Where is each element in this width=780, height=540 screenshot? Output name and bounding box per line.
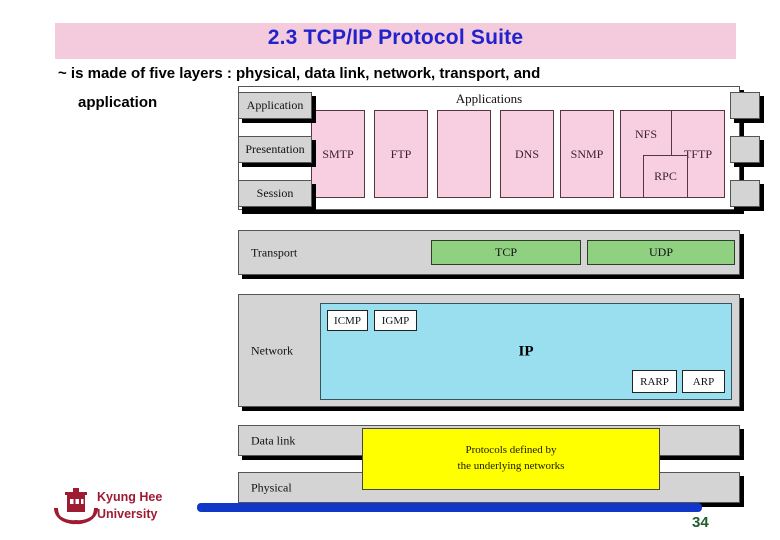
protocol-box-igmp[interactable]: IGMP bbox=[374, 310, 417, 331]
footer-accent-bar bbox=[197, 503, 702, 512]
university-name-line-2: University bbox=[97, 506, 158, 521]
protocol-box-ftp[interactable]: FTP bbox=[374, 110, 428, 198]
protocol-box-tcp[interactable]: TCP bbox=[431, 240, 581, 265]
protocol-box-rarp[interactable]: RARP bbox=[632, 370, 677, 393]
underlying-networks-note: Protocols defined by the underlying netw… bbox=[362, 428, 660, 490]
protocol-label: UDP bbox=[648, 245, 673, 259]
protocol-label: ICMP bbox=[334, 314, 361, 327]
applications-group-label: Applications bbox=[455, 91, 523, 106]
protocol-label: DNS bbox=[514, 146, 539, 161]
layer-label-data-link: Data link bbox=[251, 433, 296, 447]
university-name: Kyung Hee University bbox=[97, 489, 162, 523]
page-number: 34 bbox=[692, 514, 709, 531]
layer-label-transport: Transport bbox=[251, 245, 298, 259]
protocol-label: SMTP bbox=[322, 146, 354, 161]
osi-layer-label: Application bbox=[246, 98, 304, 112]
protocol-label: FTP bbox=[390, 146, 412, 161]
protocol-label: TFTP bbox=[683, 146, 712, 161]
protocol-label-ip: IP bbox=[518, 343, 534, 359]
osi-layer-presentation[interactable]: Presentation bbox=[238, 136, 312, 163]
protocol-label: IGMP bbox=[381, 314, 410, 327]
protocol-label: RPC bbox=[654, 169, 677, 183]
protocol-box-smtp[interactable]: SMTP bbox=[311, 110, 365, 198]
layer-label-network: Network bbox=[251, 343, 293, 357]
note-line-2: the underlying networks bbox=[457, 460, 565, 472]
application-layer-container: Applications SMTP FTP DNS SNMP NFS RPC T… bbox=[238, 86, 740, 210]
bullet-text-line-1: ~ is made of five layers : physical, dat… bbox=[58, 65, 541, 82]
bullet-text-line-2: application bbox=[78, 94, 158, 111]
protocol-label: RARP bbox=[640, 375, 669, 388]
protocol-label: NFS bbox=[634, 127, 657, 141]
layer-row-transport: Transport TCP UDP bbox=[238, 230, 740, 275]
tcp-ip-protocol-stack-diagram: Applications SMTP FTP DNS SNMP NFS RPC T… bbox=[238, 86, 780, 506]
protocol-label: TCP bbox=[494, 245, 517, 259]
osi-layer-application-right-stub bbox=[730, 92, 760, 119]
protocol-box-blank[interactable] bbox=[437, 110, 491, 198]
protocol-box-dns[interactable]: DNS bbox=[500, 110, 554, 198]
protocol-box-arp[interactable]: ARP bbox=[682, 370, 725, 393]
osi-layer-label: Session bbox=[256, 186, 294, 200]
protocol-box-icmp[interactable]: ICMP bbox=[327, 310, 368, 331]
protocol-box-rpc[interactable]: RPC bbox=[643, 155, 688, 198]
layer-row-network: Network IP ICMP IGMP RARP ARP bbox=[238, 294, 740, 407]
crest-emblem-icon bbox=[52, 487, 100, 527]
protocol-label: SNMP bbox=[570, 146, 604, 161]
note-line-1: Protocols defined by bbox=[465, 444, 557, 457]
protocol-box-snmp[interactable]: SNMP bbox=[560, 110, 614, 198]
osi-layer-application[interactable]: Application bbox=[238, 92, 312, 119]
layer-label-physical: Physical bbox=[251, 480, 292, 494]
university-name-line-1: Kyung Hee bbox=[97, 490, 163, 504]
page-title: 2.3 TCP/IP Protocol Suite bbox=[267, 26, 524, 49]
osi-layer-label: Presentation bbox=[245, 142, 305, 156]
protocol-label: ARP bbox=[692, 375, 715, 388]
protocol-box-udp[interactable]: UDP bbox=[587, 240, 735, 265]
osi-layer-presentation-right-stub bbox=[730, 136, 760, 163]
protocol-box-ip[interactable]: IP ICMP IGMP RARP ARP bbox=[320, 303, 732, 400]
osi-layer-session-right-stub bbox=[730, 180, 760, 207]
osi-layer-session[interactable]: Session bbox=[238, 180, 312, 207]
